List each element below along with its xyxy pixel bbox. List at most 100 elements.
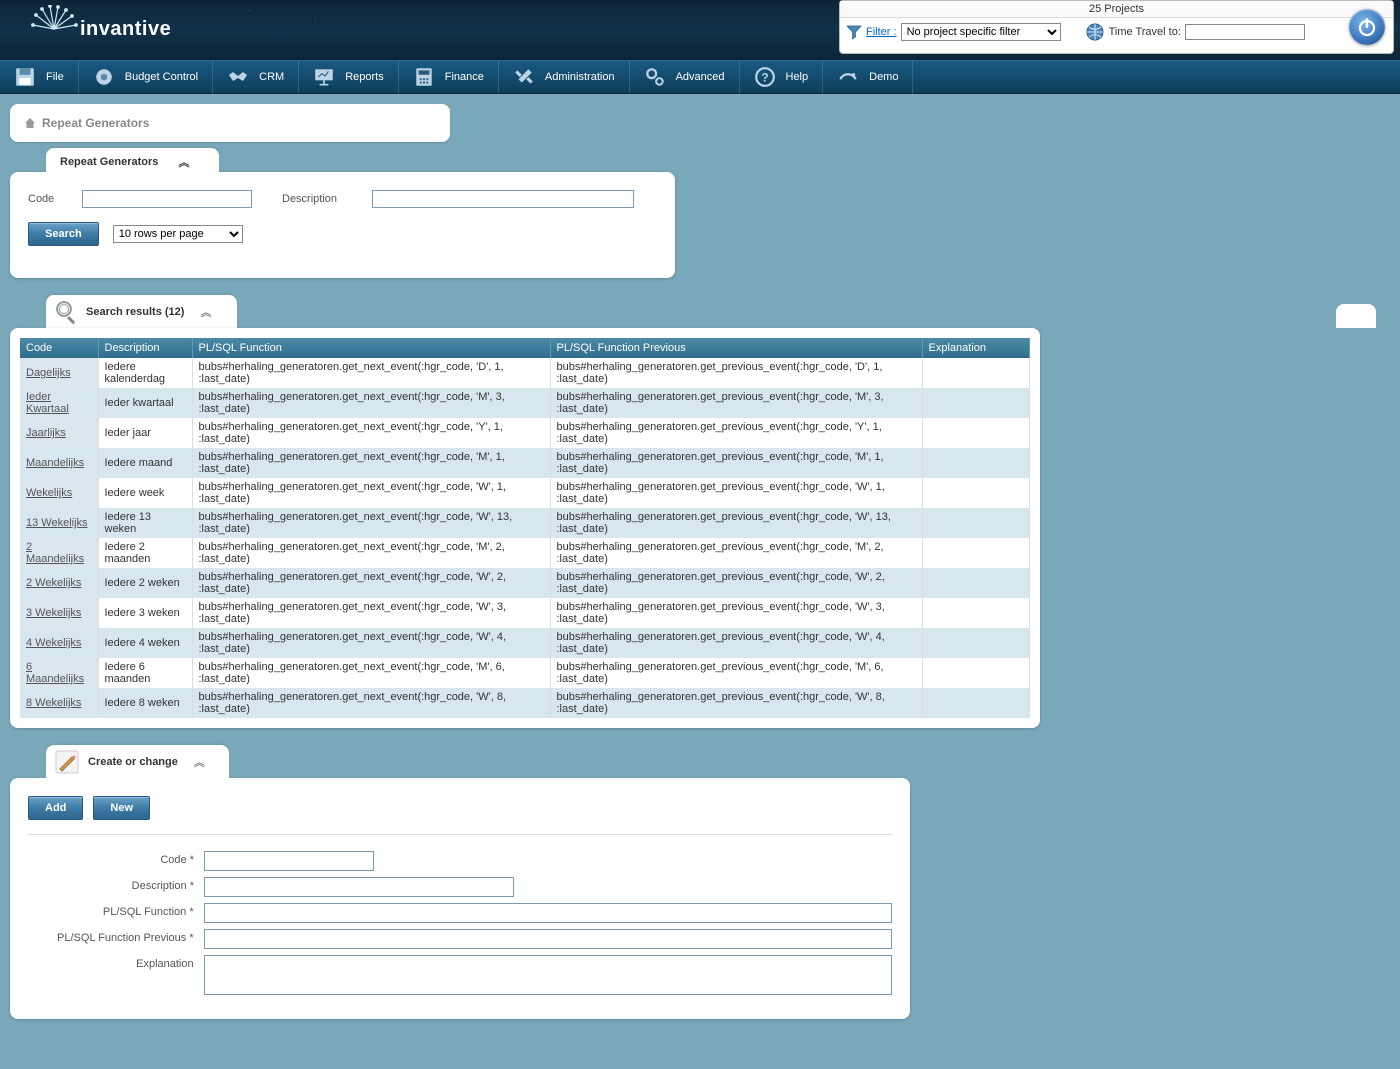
description-field-label: Description *: [28, 877, 204, 892]
pencil-icon: [54, 749, 80, 775]
globe-icon: [1085, 22, 1105, 42]
code-link[interactable]: Dagelijks: [26, 367, 71, 379]
search-button[interactable]: Search: [28, 222, 99, 246]
knob-icon: [93, 66, 115, 88]
code-link[interactable]: Ieder Kwartaal: [26, 391, 69, 415]
cell: bubs#herhaling_generatoren.get_previous_…: [550, 598, 922, 628]
table-row: JaarlijksIeder jaarbubs#herhaling_genera…: [20, 418, 1030, 448]
nav-admin[interactable]: Administration: [499, 60, 630, 94]
cell: bubs#herhaling_generatoren.get_next_even…: [192, 448, 550, 478]
cell: Iedere 13 weken: [98, 508, 192, 538]
code-link[interactable]: 6 Maandelijks: [26, 661, 84, 685]
gears-icon: [644, 66, 666, 88]
logo-text: invantive: [80, 18, 171, 41]
code-link[interactable]: Wekelijks: [26, 487, 72, 499]
filter-select[interactable]: No project specific filter: [901, 23, 1061, 41]
new-button[interactable]: New: [93, 796, 150, 820]
search-panel: Code Description Search 10 rows per page: [10, 172, 675, 278]
time-travel-label: Time Travel to:: [1109, 26, 1181, 38]
column-header[interactable]: PL/SQL Function: [192, 338, 550, 358]
home-icon: [24, 117, 36, 129]
explanation-field[interactable]: [204, 955, 892, 995]
nav-finance[interactable]: Finance: [399, 60, 499, 94]
plsql-fn-field[interactable]: [204, 903, 892, 923]
column-header[interactable]: Code: [20, 338, 98, 358]
cell: Iedere 2 maanden: [98, 538, 192, 568]
code-link[interactable]: 2 Wekelijks: [26, 577, 81, 589]
filter-label[interactable]: Filter :: [866, 26, 897, 38]
nav-reports[interactable]: Reports: [299, 60, 399, 94]
code-link[interactable]: 2 Maandelijks: [26, 541, 84, 565]
results-panel: CodeDescriptionPL/SQL FunctionPL/SQL Fun…: [10, 328, 1040, 728]
cell: Ieder kwartaal: [98, 388, 192, 418]
calculator-icon: [413, 66, 435, 88]
search-panel-tab[interactable]: Repeat Generators ︽: [46, 148, 219, 174]
nav-label: Reports: [345, 71, 384, 83]
table-row: 8 Wekelijks Iedere 8 weken bubs#herhaling_…: [20, 688, 1030, 718]
code-field[interactable]: [204, 851, 374, 871]
cell: bubs#herhaling_generatoren.get_next_even…: [192, 658, 550, 688]
panel-title: Search results (12): [86, 306, 184, 318]
help-icon: ?: [754, 66, 776, 88]
nav-crm[interactable]: CRM: [213, 60, 299, 94]
cell: bubs#herhaling_generatoren.get_next_even…: [192, 538, 550, 568]
cell: bubs#herhaling_generatoren.get_previous_…: [550, 688, 922, 718]
power-button[interactable]: [1349, 9, 1385, 45]
nav-label: File: [46, 71, 64, 83]
collapse-icon: ︽: [200, 304, 211, 320]
cell: Iedere 2 weken: [98, 568, 192, 598]
nav-file[interactable]: File: [0, 60, 79, 94]
cell: [922, 628, 1030, 658]
cell: bubs#herhaling_generatoren.get_next_even…: [192, 628, 550, 658]
plsql-fnp-field[interactable]: [204, 929, 892, 949]
nav-label: Help: [786, 71, 809, 83]
column-header[interactable]: Description: [98, 338, 192, 358]
column-header[interactable]: Explanation: [922, 338, 1030, 358]
cell: [922, 658, 1030, 688]
handshake-icon: [227, 66, 249, 88]
code-link[interactable]: 3 Wekelijks: [26, 607, 81, 619]
nav-budget[interactable]: Budget Control: [79, 60, 213, 94]
cell: [922, 358, 1030, 388]
nav-label: CRM: [259, 71, 284, 83]
code-link[interactable]: 4 Wekelijks: [26, 637, 81, 649]
nav-advanced[interactable]: Advanced: [630, 60, 740, 94]
time-travel-input[interactable]: [1185, 24, 1305, 40]
cell: [922, 538, 1030, 568]
plsql-fn-label: PL/SQL Function *: [28, 903, 204, 918]
code-link[interactable]: 13 Wekelijks: [26, 517, 88, 529]
cell: Iedere 8 weken: [98, 688, 192, 718]
collapse-icon: ︽: [194, 754, 205, 770]
cell: Iedere week: [98, 478, 192, 508]
cell: bubs#herhaling_generatoren.get_next_even…: [192, 478, 550, 508]
results-panel-tab[interactable]: Search results (12) ︽: [46, 295, 237, 328]
cell: [922, 568, 1030, 598]
results-tab-right[interactable]: [1336, 304, 1376, 328]
cell: [922, 418, 1030, 448]
column-header[interactable]: PL/SQL Function Previous: [550, 338, 922, 358]
nav-help[interactable]: ? Help: [740, 60, 824, 94]
cell: [922, 688, 1030, 718]
cell: bubs#herhaling_generatoren.get_previous_…: [550, 508, 922, 538]
code-field-label: Code *: [28, 851, 204, 866]
tools-icon: [513, 66, 535, 88]
explanation-label: Explanation: [28, 955, 204, 970]
funnel-icon: [846, 24, 862, 40]
plsql-fnp-label: PL/SQL Function Previous *: [28, 929, 204, 944]
cell: [922, 448, 1030, 478]
create-panel-tab[interactable]: Create or change ︽: [46, 745, 229, 778]
logo: invantive: [30, 5, 171, 53]
code-link[interactable]: 8 Wekelijks: [26, 697, 81, 709]
code-link[interactable]: Maandelijks: [26, 457, 84, 469]
code-link[interactable]: Jaarlijks: [26, 427, 66, 439]
description-field[interactable]: [204, 877, 514, 897]
cell: bubs#herhaling_generatoren.get_next_even…: [192, 508, 550, 538]
description-input[interactable]: [372, 190, 634, 208]
rows-per-page-select[interactable]: 10 rows per page: [113, 225, 243, 243]
nav-demo[interactable]: Demo: [823, 60, 913, 94]
add-button[interactable]: Add: [28, 796, 83, 820]
cell: bubs#herhaling_generatoren.get_previous_…: [550, 538, 922, 568]
code-input[interactable]: [82, 190, 252, 208]
cell: Iedere 4 weken: [98, 628, 192, 658]
disk-icon: [14, 66, 36, 88]
